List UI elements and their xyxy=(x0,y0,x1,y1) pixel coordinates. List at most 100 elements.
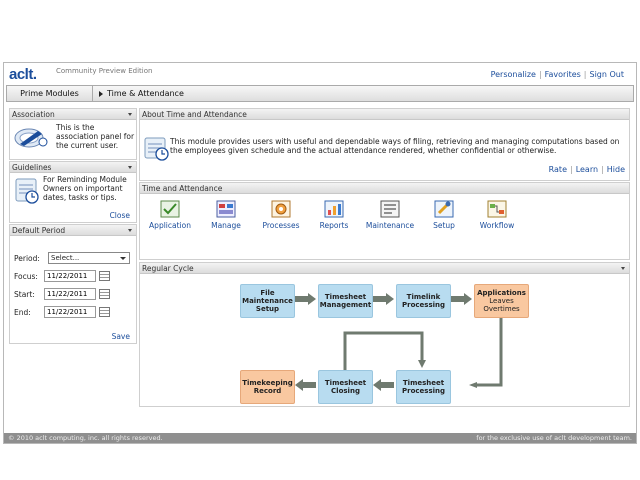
period-label: Period: xyxy=(14,254,40,263)
time-attendance-icon xyxy=(144,137,169,161)
regular-cycle-title: Regular Cycle xyxy=(142,264,194,273)
node-line: Overtimes xyxy=(483,305,520,313)
app-window: aclt. Community Preview Edition Personal… xyxy=(3,62,637,444)
aclt-logo[interactable]: aclt. xyxy=(9,66,37,83)
node-line: Closing xyxy=(331,387,360,395)
sign-out-link[interactable]: Sign Out xyxy=(590,70,625,79)
arrow-right-2 xyxy=(373,293,394,305)
node-timesheet-processing[interactable]: Timesheet Processing xyxy=(396,370,451,404)
processes-icon xyxy=(271,200,291,218)
module-application-label: Application xyxy=(149,221,191,230)
dropdown-arrow-icon xyxy=(120,257,126,260)
learn-link[interactable]: Learn xyxy=(576,165,598,174)
period-select-value: Select... xyxy=(51,254,80,262)
module-reports[interactable]: Reports xyxy=(314,200,354,230)
node-line: Timesheet xyxy=(402,379,445,387)
module-workflow-label: Workflow xyxy=(479,221,515,230)
favorites-link[interactable]: Favorites xyxy=(545,70,581,79)
node-file-maintenance-setup[interactable]: File Maintenance Setup xyxy=(240,284,295,318)
period-select[interactable]: Select... xyxy=(48,252,130,264)
node-timekeeping-record[interactable]: Timekeeping Record xyxy=(240,370,295,404)
breadcrumb-arrow-icon xyxy=(99,90,103,97)
module-setup[interactable]: Setup xyxy=(426,200,462,230)
tab-time-attendance[interactable]: Time & Attendance xyxy=(93,86,190,101)
arrow-left-2 xyxy=(295,379,316,391)
about-links: Rate | Learn | Hide xyxy=(548,165,625,174)
module-reports-label: Reports xyxy=(319,221,349,230)
node-line: Timesheet xyxy=(324,379,367,387)
header: aclt. Community Preview Edition Personal… xyxy=(4,63,636,85)
default-period-panel: Default Period Period: Select... Focus: … xyxy=(9,224,137,344)
node-line: Maintenance xyxy=(242,297,293,305)
focus-label: Focus: xyxy=(14,272,38,281)
close-link[interactable]: Close xyxy=(110,211,130,220)
exclusive-use-text: for the exclusive use of aclt developmen… xyxy=(476,434,632,442)
regular-cycle-header[interactable]: Regular Cycle xyxy=(140,263,629,274)
focus-date-input[interactable] xyxy=(44,270,96,282)
arrow-right-3 xyxy=(451,293,472,305)
chevron-down-icon[interactable] xyxy=(128,229,132,232)
module-application[interactable]: Application xyxy=(148,200,192,230)
chevron-down-icon[interactable] xyxy=(621,267,625,270)
about-panel: About Time and Attendance This module pr… xyxy=(139,108,630,181)
focus-row: Focus: xyxy=(14,270,134,282)
chevron-down-icon[interactable] xyxy=(128,113,132,116)
module-workflow[interactable]: Workflow xyxy=(474,200,520,230)
module-manage-label: Manage xyxy=(211,221,241,230)
time-attendance-header: Time and Attendance xyxy=(140,183,629,194)
node-line: Timelink xyxy=(406,293,441,301)
connector-loop xyxy=(343,331,424,370)
end-row: End: xyxy=(14,306,134,318)
guidelines-panel: Guidelines For Reminding Module Owners o… xyxy=(9,161,137,223)
tab-time-attendance-label: Time & Attendance xyxy=(107,89,184,98)
connector-applications-head xyxy=(469,382,477,388)
setup-icon xyxy=(434,200,454,218)
node-line: Record xyxy=(253,387,282,395)
save-link[interactable]: Save xyxy=(112,332,130,341)
node-applications[interactable]: Applications Leaves Overtimes xyxy=(474,284,529,318)
module-maintenance[interactable]: Maintenance xyxy=(364,200,416,230)
guidelines-text: For Reminding Module Owners on important… xyxy=(43,175,127,202)
calendar-icon[interactable] xyxy=(99,289,110,299)
tab-prime-modules[interactable]: Prime Modules xyxy=(7,86,93,101)
end-date-input[interactable] xyxy=(44,306,96,318)
node-line: Management xyxy=(319,301,372,309)
module-tabbar: Prime Modules Time & Attendance xyxy=(6,85,634,102)
node-line: Timesheet xyxy=(324,293,367,301)
association-text: This is the association panel for the cu… xyxy=(56,123,135,150)
association-title: Association xyxy=(12,110,55,119)
node-line: Processing xyxy=(401,387,445,395)
reports-icon xyxy=(324,200,344,218)
calendar-icon[interactable] xyxy=(99,271,110,281)
module-manage[interactable]: Manage xyxy=(206,200,246,230)
hide-link[interactable]: Hide xyxy=(607,165,625,174)
module-processes[interactable]: Processes xyxy=(258,200,304,230)
edition-label: Community Preview Edition xyxy=(56,67,153,75)
node-line: Applications xyxy=(477,289,526,297)
node-timelink-processing[interactable]: Timelink Processing xyxy=(396,284,451,318)
calendar-icon[interactable] xyxy=(99,307,110,317)
maintenance-icon xyxy=(380,200,400,218)
personalize-link[interactable]: Personalize xyxy=(491,70,536,79)
chevron-down-icon[interactable] xyxy=(128,166,132,169)
node-line: Setup xyxy=(255,305,280,313)
top-links: Personalize | Favorites | Sign Out xyxy=(490,70,625,79)
workflow-icon xyxy=(487,200,507,218)
default-period-header[interactable]: Default Period xyxy=(10,225,136,236)
connector-loop-head xyxy=(418,360,426,368)
association-header[interactable]: Association xyxy=(10,109,136,120)
connector-applications xyxy=(477,316,503,387)
copyright-text: © 2010 aclt computing, inc. all rights r… xyxy=(8,434,163,442)
cycle-arrows xyxy=(295,293,503,391)
association-panel: Association This is the association pane… xyxy=(9,108,137,160)
about-header: About Time and Attendance xyxy=(140,109,629,120)
node-timesheet-management[interactable]: Timesheet Management xyxy=(318,284,373,318)
node-line: Processing xyxy=(401,301,445,309)
association-icon xyxy=(14,128,48,148)
node-line: File xyxy=(260,289,275,297)
rate-link[interactable]: Rate xyxy=(549,165,567,174)
start-date-input[interactable] xyxy=(44,288,96,300)
node-timesheet-closing[interactable]: Timesheet Closing xyxy=(318,370,373,404)
about-title: About Time and Attendance xyxy=(142,110,247,119)
guidelines-header[interactable]: Guidelines xyxy=(10,162,136,173)
